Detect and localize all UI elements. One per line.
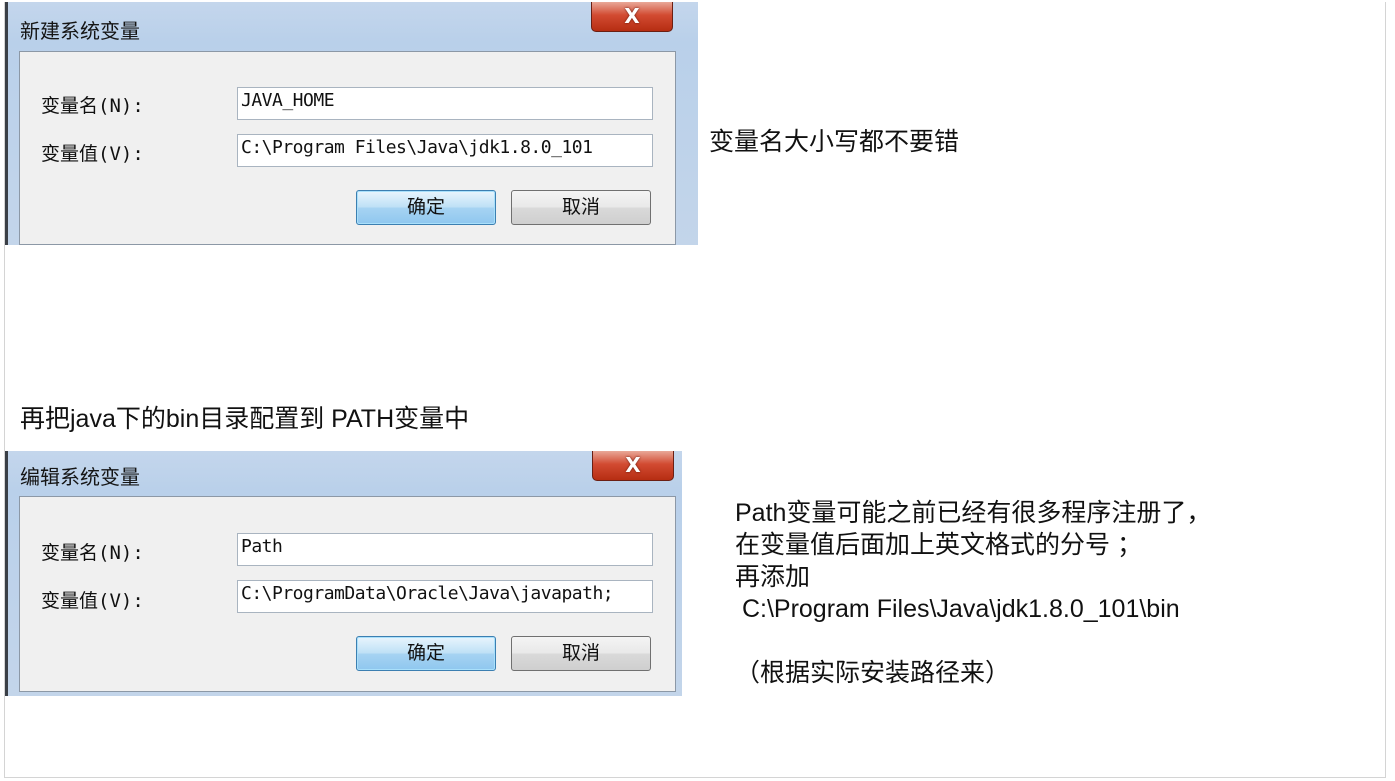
variable-name-input[interactable]: JAVA_HOME [237,87,653,120]
variable-value-input[interactable]: C:\ProgramData\Oracle\Java\javapath; [237,580,653,613]
case-note: 变量名大小写都不要错 [709,128,960,156]
variable-name-label: 变量名(N): [41,542,144,564]
path-note-line: C:\Program Files\Java\jdk1.8.0_101\bin [735,595,1180,623]
variable-name-input[interactable]: Path [237,533,653,566]
path-instructions: Path变量可能之前已经有很多程序注册了， 在变量值后面加上英文格式的分号 ； … [735,497,1211,689]
dialog-title: 新建系统变量 [20,19,140,43]
edit-variable-dialog: 编辑系统变量 X 变量名(N): Path 变量值(V): C:\Program… [5,451,682,696]
ok-button[interactable]: 确定 [356,190,496,225]
variable-value-input[interactable]: C:\Program Files\Java\jdk1.8.0_101 [237,134,653,167]
path-intro-text: 再把java下的bin目录配置到 PATH变量中 [20,405,470,433]
variable-value-label: 变量值(V): [41,143,144,165]
cancel-button[interactable]: 取消 [511,190,651,225]
dialog-content-panel: 变量名(N): Path 变量值(V): C:\ProgramData\Orac… [19,496,676,692]
close-button[interactable]: X [591,2,673,32]
path-note-line [735,625,1211,657]
close-button[interactable]: X [592,451,674,481]
new-variable-dialog: 新建系统变量 X 变量名(N): JAVA_HOME 变量值(V): C:\Pr… [5,2,698,245]
slide-canvas: 新建系统变量 X 变量名(N): JAVA_HOME 变量值(V): C:\Pr… [4,2,1386,778]
variable-value-label: 变量值(V): [41,590,144,612]
dialog-content-panel: 变量名(N): JAVA_HOME 变量值(V): C:\Program Fil… [19,51,676,245]
dialog-title: 编辑系统变量 [20,465,140,489]
path-note-line: 再添加 [735,563,811,591]
ok-button[interactable]: 确定 [356,636,496,671]
path-note-line: （根据实际安装路径来） [735,659,1011,687]
path-note-line: Path变量可能之前已经有很多程序注册了， [735,499,1212,527]
path-note-line: 在变量值后面加上英文格式的分号 ； [735,531,1142,559]
cancel-button[interactable]: 取消 [511,636,651,671]
variable-name-label: 变量名(N): [41,95,144,117]
